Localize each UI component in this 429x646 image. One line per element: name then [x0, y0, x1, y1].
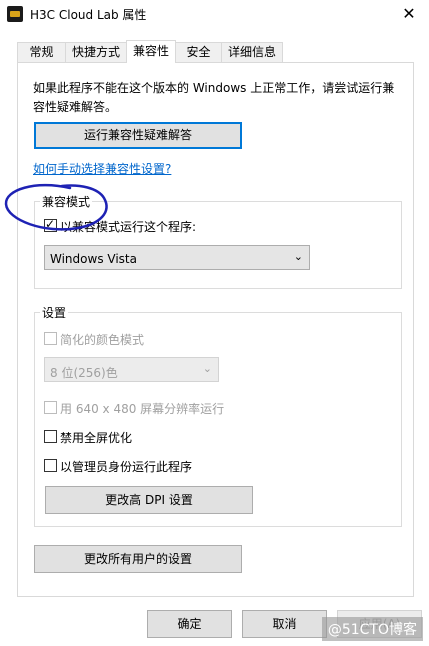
settings-title: 设置: [40, 304, 69, 321]
tab-shortcut[interactable]: 快捷方式: [65, 42, 127, 62]
cancel-button[interactable]: 取消: [242, 610, 327, 638]
chevron-down-icon: ⌄: [202, 362, 212, 375]
title-bar: H3C Cloud Lab 属性 ✕: [0, 0, 429, 30]
reduced-color-checkbox[interactable]: [44, 332, 57, 345]
ok-button[interactable]: 确定: [147, 610, 232, 638]
compat-os-value: Windows Vista: [50, 252, 137, 266]
res-640-checkbox[interactable]: [44, 401, 57, 414]
color-mode-value: 8 位(256)色: [50, 366, 118, 380]
tab-general[interactable]: 常规: [17, 42, 66, 62]
tab-compatibility[interactable]: 兼容性: [126, 40, 176, 63]
run-as-admin-label: 以管理员身份运行此程序: [60, 460, 193, 474]
compat-intro-text: 如果此程序不能在这个版本的 Windows 上正常工作，请尝试运行兼容性疑难解答…: [33, 81, 395, 114]
disable-fullscreen-checkbox[interactable]: [44, 430, 57, 443]
manual-compat-settings-link[interactable]: 如何手动选择兼容性设置?: [33, 160, 171, 177]
disable-fullscreen-label: 禁用全屏优化: [60, 431, 133, 445]
close-button[interactable]: ✕: [397, 2, 421, 26]
watermark: @51CTO博客: [321, 617, 423, 641]
reduced-color-label: 简化的颜色模式: [60, 333, 145, 347]
tab-details[interactable]: 详细信息: [221, 42, 283, 62]
res-640-label: 用 640 x 480 屏幕分辨率运行: [60, 402, 225, 416]
annotation-circle: [4, 183, 108, 231]
tab-security[interactable]: 安全: [175, 42, 222, 62]
app-icon: [7, 6, 23, 22]
color-mode-select[interactable]: 8 位(256)色 ⌄: [44, 357, 219, 382]
change-all-users-button[interactable]: 更改所有用户的设置: [34, 545, 242, 573]
run-troubleshooter-button[interactable]: 运行兼容性疑难解答: [34, 122, 242, 149]
run-as-admin-checkbox[interactable]: [44, 459, 57, 472]
compat-os-select[interactable]: Windows Vista ⌄: [44, 245, 310, 270]
chevron-down-icon: ⌄: [293, 250, 303, 263]
window-title: H3C Cloud Lab 属性: [30, 8, 147, 22]
change-high-dpi-button[interactable]: 更改高 DPI 设置: [45, 486, 253, 514]
